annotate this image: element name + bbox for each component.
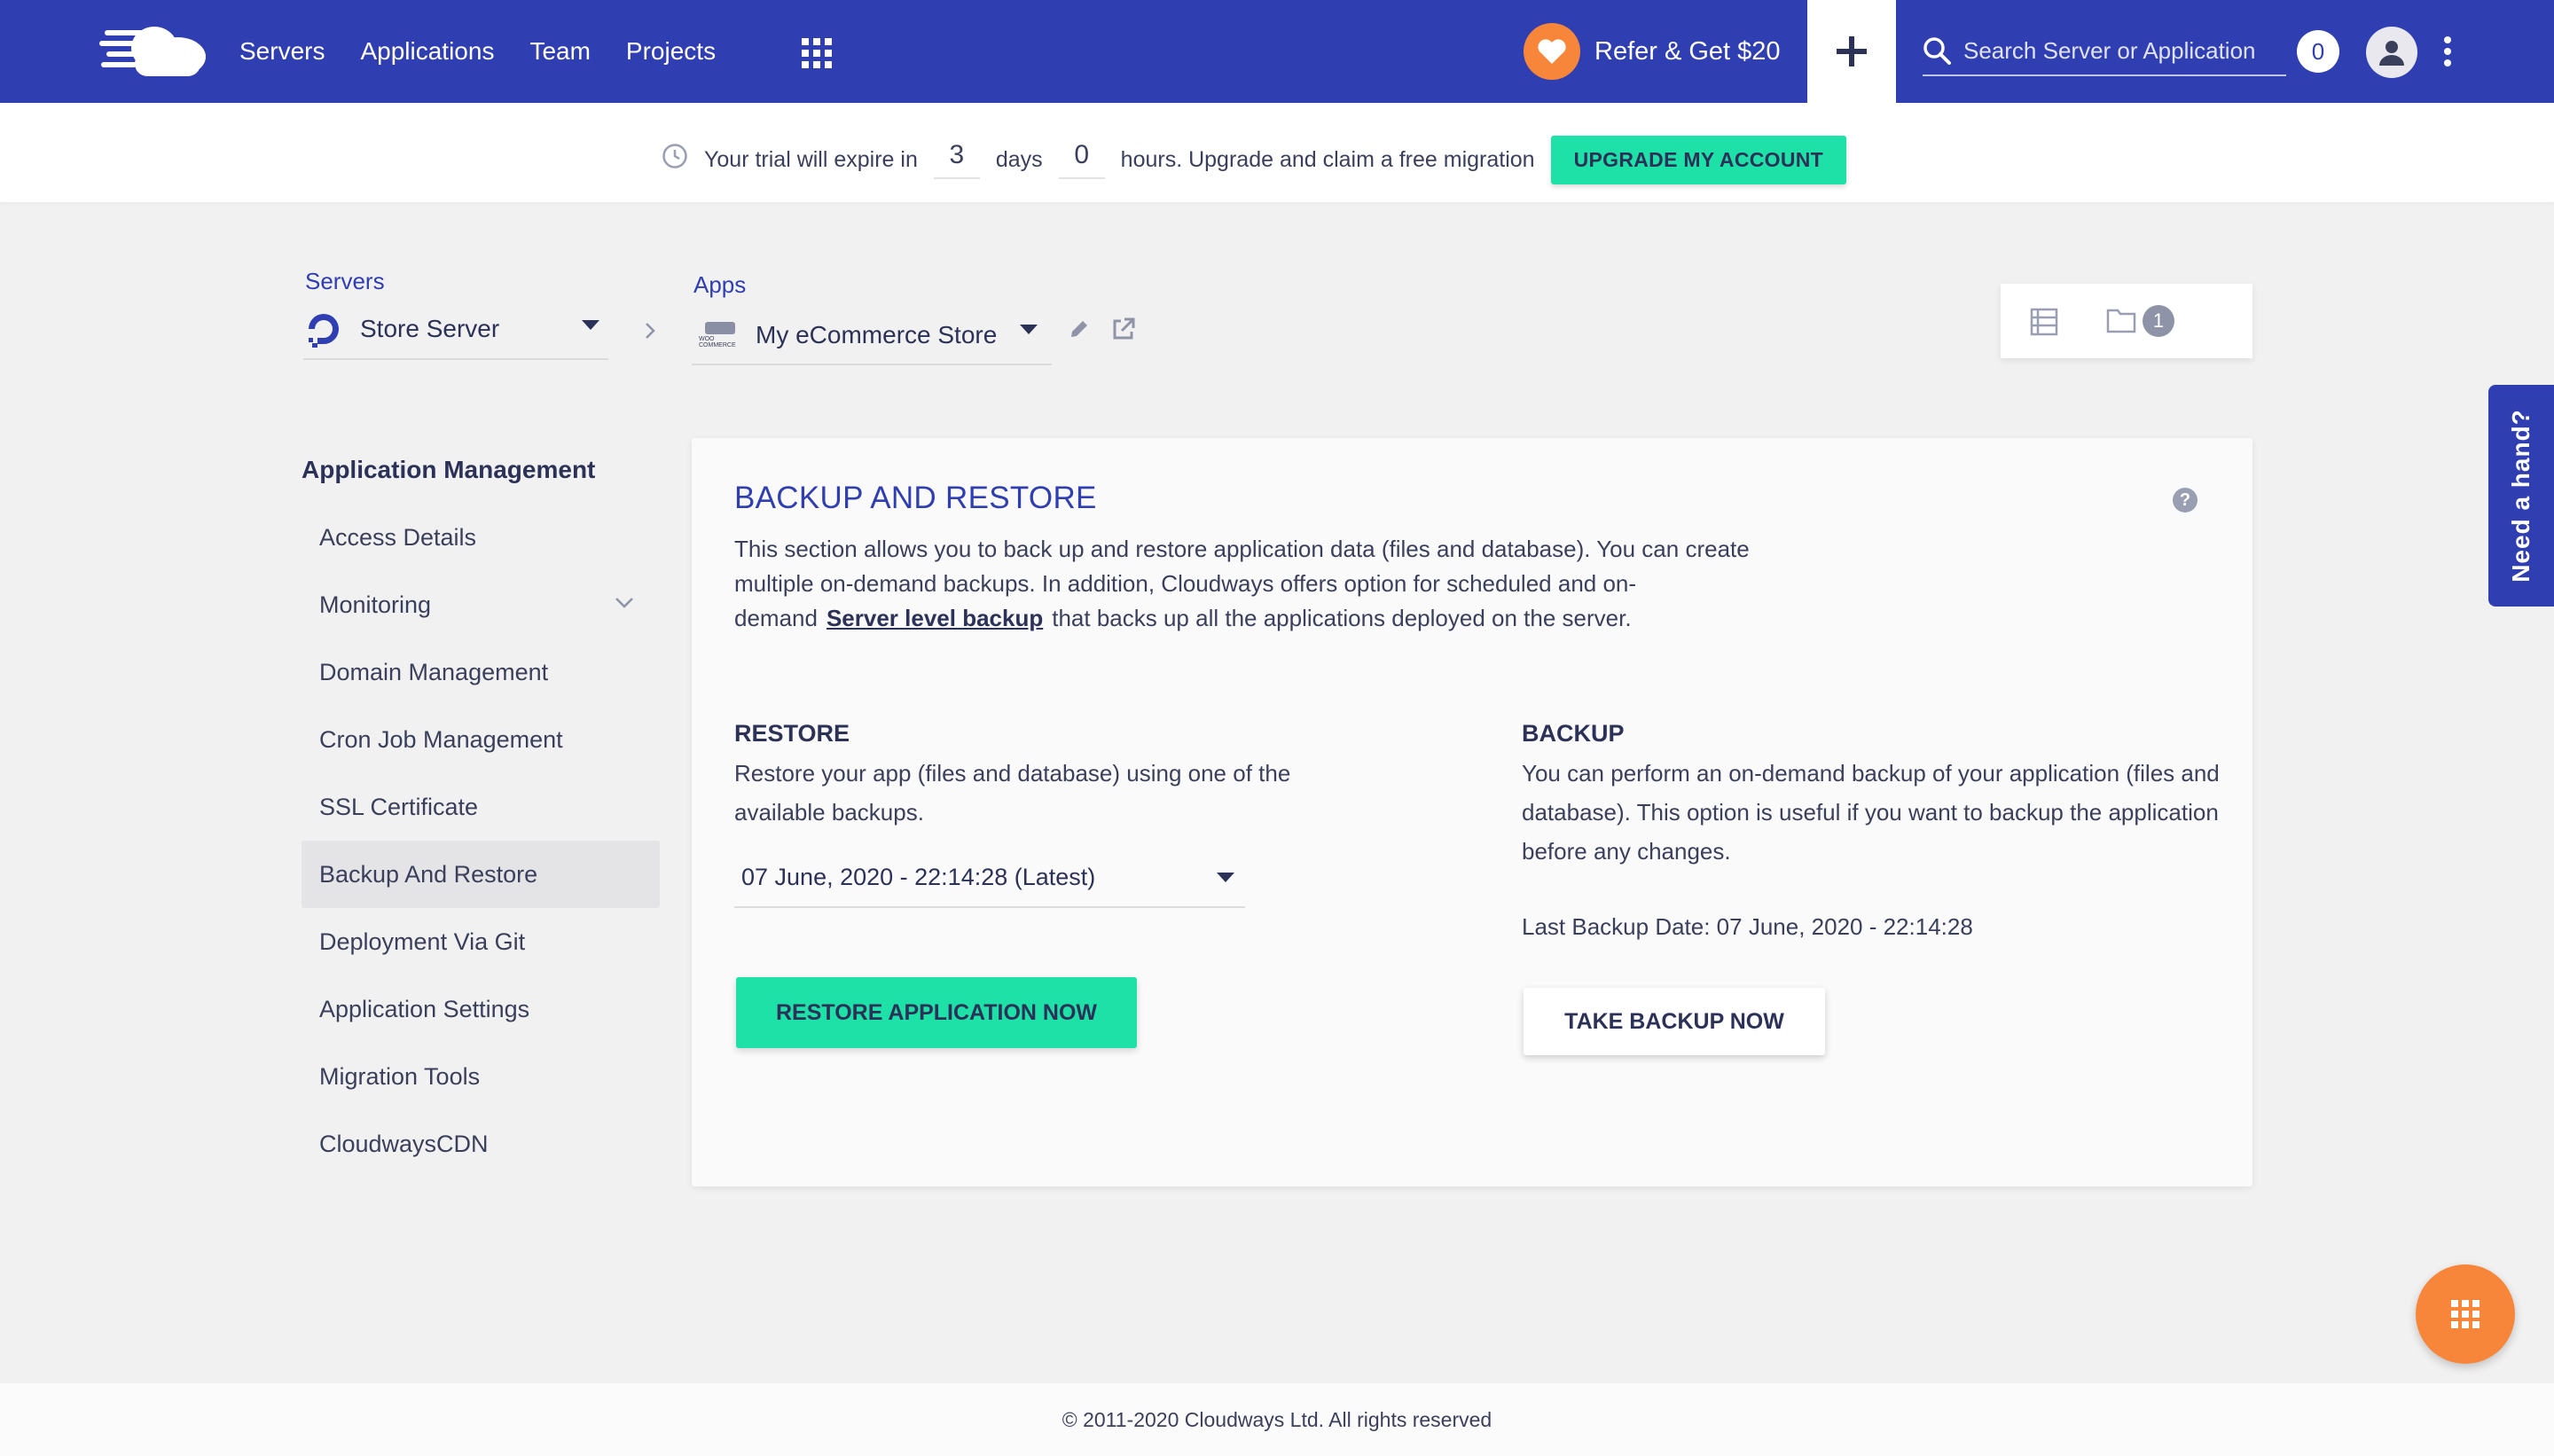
- sidebar-item-migration-tools[interactable]: Migration Tools: [302, 1043, 660, 1110]
- restore-heading: RESTORE: [734, 720, 850, 747]
- sidebar-item-domain-management[interactable]: Domain Management: [302, 638, 660, 706]
- footer: © 2011-2020 Cloudways Ltd. All rights re…: [0, 1383, 2554, 1456]
- app-selector[interactable]: WOO COMMERCE My eCommerce Store: [692, 307, 1052, 365]
- upgrade-account-button[interactable]: UPGRADE MY ACCOUNT: [1550, 135, 1847, 184]
- sidebar-item-application-settings[interactable]: Application Settings: [302, 975, 660, 1043]
- need-a-hand-label: Need a hand?: [2507, 409, 2534, 583]
- need-a-hand-tab[interactable]: Need a hand?: [2488, 385, 2554, 607]
- trial-days-label: days: [995, 146, 1043, 172]
- clock-icon: [662, 144, 687, 168]
- servers-label: Servers: [305, 268, 385, 294]
- user-icon: [2379, 41, 2404, 66]
- search-box: [1923, 27, 2286, 76]
- sidebar-item-label: Monitoring: [319, 591, 432, 618]
- pencil-icon[interactable]: [1068, 317, 1091, 341]
- help-icon[interactable]: ?: [2173, 488, 2198, 513]
- nav-projects[interactable]: Projects: [626, 37, 716, 66]
- backup-heading: BACKUP: [1522, 720, 1625, 747]
- chevron-down-icon: [1020, 324, 1038, 334]
- cloudways-logo[interactable]: [99, 21, 209, 80]
- refer-button[interactable]: Refer & Get $20: [1524, 23, 1781, 80]
- digitalocean-icon: [309, 314, 339, 348]
- sidebar-item-backup-and-restore[interactable]: Backup And Restore: [302, 841, 660, 908]
- nav-servers[interactable]: Servers: [239, 37, 325, 66]
- file-count-badge: 1: [2143, 305, 2174, 337]
- quick-menu-button[interactable]: [2416, 1264, 2515, 1364]
- backup-description: You can perform an on-demand backup of y…: [1522, 760, 2220, 865]
- refer-label: Refer & Get $20: [1594, 36, 1781, 66]
- selected-backup: 07 June, 2020 - 22:14:28 (Latest): [741, 863, 1096, 890]
- sidebar-item-monitoring[interactable]: Monitoring: [302, 571, 660, 638]
- description-text-end: that backs up all the applications deplo…: [1052, 605, 1632, 631]
- notification-count-badge[interactable]: 0: [2297, 30, 2339, 73]
- folder-icon[interactable]: [2105, 305, 2137, 335]
- last-backup-date: Last Backup Date: 07 June, 2020 - 22:14:…: [1522, 913, 1973, 940]
- trial-text-suffix: hours. Upgrade and claim a free migratio…: [1120, 146, 1535, 172]
- sidebar-item-ssl-certificate[interactable]: SSL Certificate: [302, 773, 660, 841]
- more-options-icon[interactable]: [2442, 35, 2453, 67]
- chevron-down-icon: [1217, 872, 1234, 882]
- nav-team[interactable]: Team: [529, 37, 590, 66]
- sidebar-item-cloudwayscdn[interactable]: CloudwaysCDN: [302, 1110, 660, 1178]
- woocommerce-icon-text: WOO COMMERCE: [699, 336, 736, 348]
- apps-grid-icon[interactable]: [802, 38, 832, 68]
- sidebar-item-deployment-via-git[interactable]: Deployment Via Git: [302, 908, 660, 975]
- restore-application-button[interactable]: RESTORE APPLICATION NOW: [736, 977, 1137, 1048]
- external-link-icon[interactable]: [1110, 316, 1137, 342]
- trial-days-value: 3: [933, 140, 980, 179]
- trial-text-prefix: Your trial will expire in: [704, 146, 918, 172]
- sidebar-item-cron-job-management[interactable]: Cron Job Management: [302, 706, 660, 773]
- apps-label: Apps: [693, 271, 747, 298]
- take-backup-button[interactable]: TAKE BACKUP NOW: [1524, 988, 1825, 1055]
- user-avatar[interactable]: [2366, 27, 2417, 78]
- grid-icon: [2451, 1300, 2480, 1328]
- chevron-down-icon: [582, 319, 599, 330]
- backup-restore-card: BACKUP AND RESTORE ? This section allows…: [692, 438, 2252, 1186]
- sidebar-menu: Access Details Monitoring Domain Managem…: [302, 504, 660, 1178]
- nav-applications[interactable]: Applications: [360, 37, 494, 66]
- search-icon[interactable]: [1923, 36, 1951, 65]
- trial-banner: Your trial will expire in 3 days 0 hours…: [0, 103, 2554, 202]
- heart-icon: [1524, 23, 1580, 80]
- plus-icon: [1837, 36, 1867, 67]
- restore-description: Restore your app (files and database) us…: [734, 760, 1291, 826]
- page-title: BACKUP AND RESTORE: [734, 481, 1097, 515]
- chevron-down-icon: [615, 598, 633, 608]
- app-name: My eCommerce Store: [756, 321, 998, 348]
- woocommerce-icon: WOO COMMERCE: [699, 322, 741, 348]
- chevron-right-icon: [646, 323, 655, 339]
- server-selector[interactable]: Store Server: [303, 300, 608, 360]
- top-navigation-bar: Servers Applications Team Projects Refer…: [0, 0, 2554, 103]
- server-level-backup-link[interactable]: Server level backup: [827, 605, 1043, 631]
- sidebar-item-access-details[interactable]: Access Details: [302, 504, 660, 571]
- trial-hours-value: 0: [1058, 140, 1105, 179]
- server-list-icon[interactable]: [2029, 307, 2059, 337]
- app-tools-panel: 1: [2001, 284, 2252, 358]
- section-description: This section allows you to back up and r…: [734, 532, 1798, 636]
- copyright-text: © 2011-2020 Cloudways Ltd. All rights re…: [1062, 1407, 1492, 1431]
- sidebar-title: Application Management: [302, 456, 596, 483]
- add-new-button[interactable]: [1807, 0, 1896, 103]
- server-name: Store Server: [360, 315, 500, 342]
- search-input[interactable]: [1963, 36, 2283, 65]
- backup-version-select[interactable]: 07 June, 2020 - 22:14:28 (Latest): [734, 848, 1245, 908]
- main-nav: Servers Applications Team Projects: [239, 0, 716, 103]
